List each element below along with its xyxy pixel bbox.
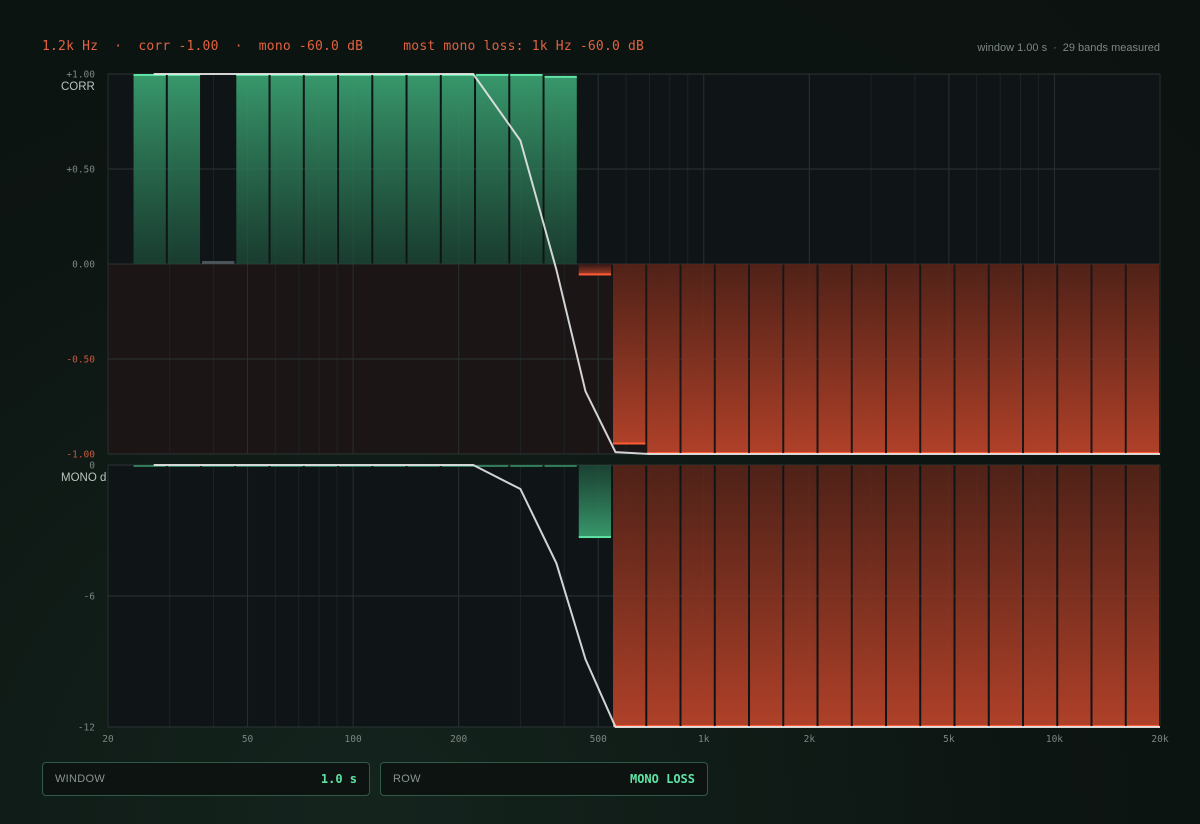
bar bbox=[407, 74, 440, 264]
bar bbox=[133, 74, 166, 264]
x-tick-label: 10k bbox=[1046, 734, 1063, 745]
bar bbox=[852, 465, 886, 727]
window-control-label: WINDOW bbox=[55, 773, 106, 785]
bar bbox=[750, 465, 783, 727]
bar bbox=[852, 264, 886, 454]
bar bbox=[921, 264, 954, 454]
bar bbox=[1092, 465, 1125, 727]
bar bbox=[510, 74, 543, 264]
x-tick-label: 1k bbox=[698, 734, 710, 745]
bar bbox=[1024, 264, 1057, 454]
x-tick-label: 200 bbox=[450, 734, 467, 745]
x-tick-label: 500 bbox=[590, 734, 607, 745]
bar-cap bbox=[578, 536, 612, 539]
bar-cap bbox=[476, 74, 509, 76]
bar bbox=[613, 264, 646, 445]
bar bbox=[373, 74, 406, 264]
bar bbox=[476, 74, 509, 264]
bar bbox=[167, 74, 201, 264]
y-tick-label: -1.00 bbox=[66, 450, 95, 461]
bar bbox=[339, 74, 372, 264]
bar bbox=[613, 465, 646, 727]
y-tick-label: 0 bbox=[89, 461, 95, 472]
bar bbox=[1058, 465, 1091, 727]
y-tick-label: +0.50 bbox=[66, 165, 95, 176]
bar bbox=[1092, 264, 1125, 454]
bar bbox=[578, 465, 612, 538]
y-tick-label: +1.00 bbox=[66, 70, 95, 81]
bar bbox=[544, 465, 577, 467]
bar bbox=[818, 465, 851, 727]
bar-cap bbox=[510, 74, 543, 76]
row-control-label: ROW bbox=[393, 773, 421, 785]
bar bbox=[510, 465, 543, 467]
x-tick-label: 2k bbox=[804, 734, 816, 745]
y-tick-label: 0.00 bbox=[72, 260, 95, 271]
x-tick-label: 50 bbox=[242, 734, 254, 745]
row-control[interactable]: ROW MONO LOSS bbox=[380, 762, 708, 796]
bar bbox=[270, 74, 303, 264]
bar bbox=[681, 465, 714, 727]
bar bbox=[921, 465, 954, 727]
window-control-value: 1.0 s bbox=[320, 772, 357, 786]
bar bbox=[989, 264, 1023, 454]
bar bbox=[1058, 264, 1091, 454]
correlation-chart[interactable]: +1.00 +0.50 0.00 -0.50 -1.00 CORR 0 -6 -12 MONO d… bbox=[0, 0, 1200, 760]
bar bbox=[1024, 465, 1057, 727]
bar bbox=[1126, 264, 1159, 454]
bar bbox=[750, 264, 783, 454]
bar bbox=[784, 264, 817, 454]
y-tick-label: -0.50 bbox=[66, 355, 95, 366]
bar-cap bbox=[544, 75, 577, 78]
y-tick-label: -12 bbox=[78, 723, 95, 734]
bar bbox=[887, 264, 920, 454]
bar bbox=[202, 261, 235, 264]
bar bbox=[476, 465, 509, 467]
bar bbox=[304, 74, 338, 264]
bar bbox=[887, 465, 920, 727]
bar bbox=[544, 75, 577, 265]
bar bbox=[647, 264, 680, 454]
bar bbox=[236, 74, 269, 264]
row-control-value: MONO LOSS bbox=[629, 772, 695, 786]
bar bbox=[784, 465, 817, 727]
bar bbox=[955, 264, 988, 454]
bar bbox=[715, 465, 749, 727]
window-control[interactable]: WINDOW 1.0 s bbox=[42, 762, 370, 796]
bar bbox=[1126, 465, 1159, 727]
bar bbox=[647, 465, 680, 727]
x-tick-label: 20k bbox=[1151, 734, 1168, 745]
bar-cap bbox=[578, 273, 612, 276]
bar bbox=[955, 465, 988, 727]
bar bbox=[818, 264, 851, 454]
y-tick-label: -6 bbox=[84, 592, 96, 603]
x-tick-label: 20 bbox=[102, 734, 114, 745]
bar bbox=[989, 465, 1023, 727]
x-tick-label: 100 bbox=[345, 734, 362, 745]
bar bbox=[715, 264, 749, 454]
bar bbox=[441, 74, 475, 264]
panel-label-mono: MONO d bbox=[61, 472, 106, 484]
panel-label-corr: CORR bbox=[61, 81, 95, 93]
bar bbox=[681, 264, 714, 454]
bar-cap bbox=[613, 442, 646, 445]
x-tick-label: 5k bbox=[943, 734, 955, 745]
